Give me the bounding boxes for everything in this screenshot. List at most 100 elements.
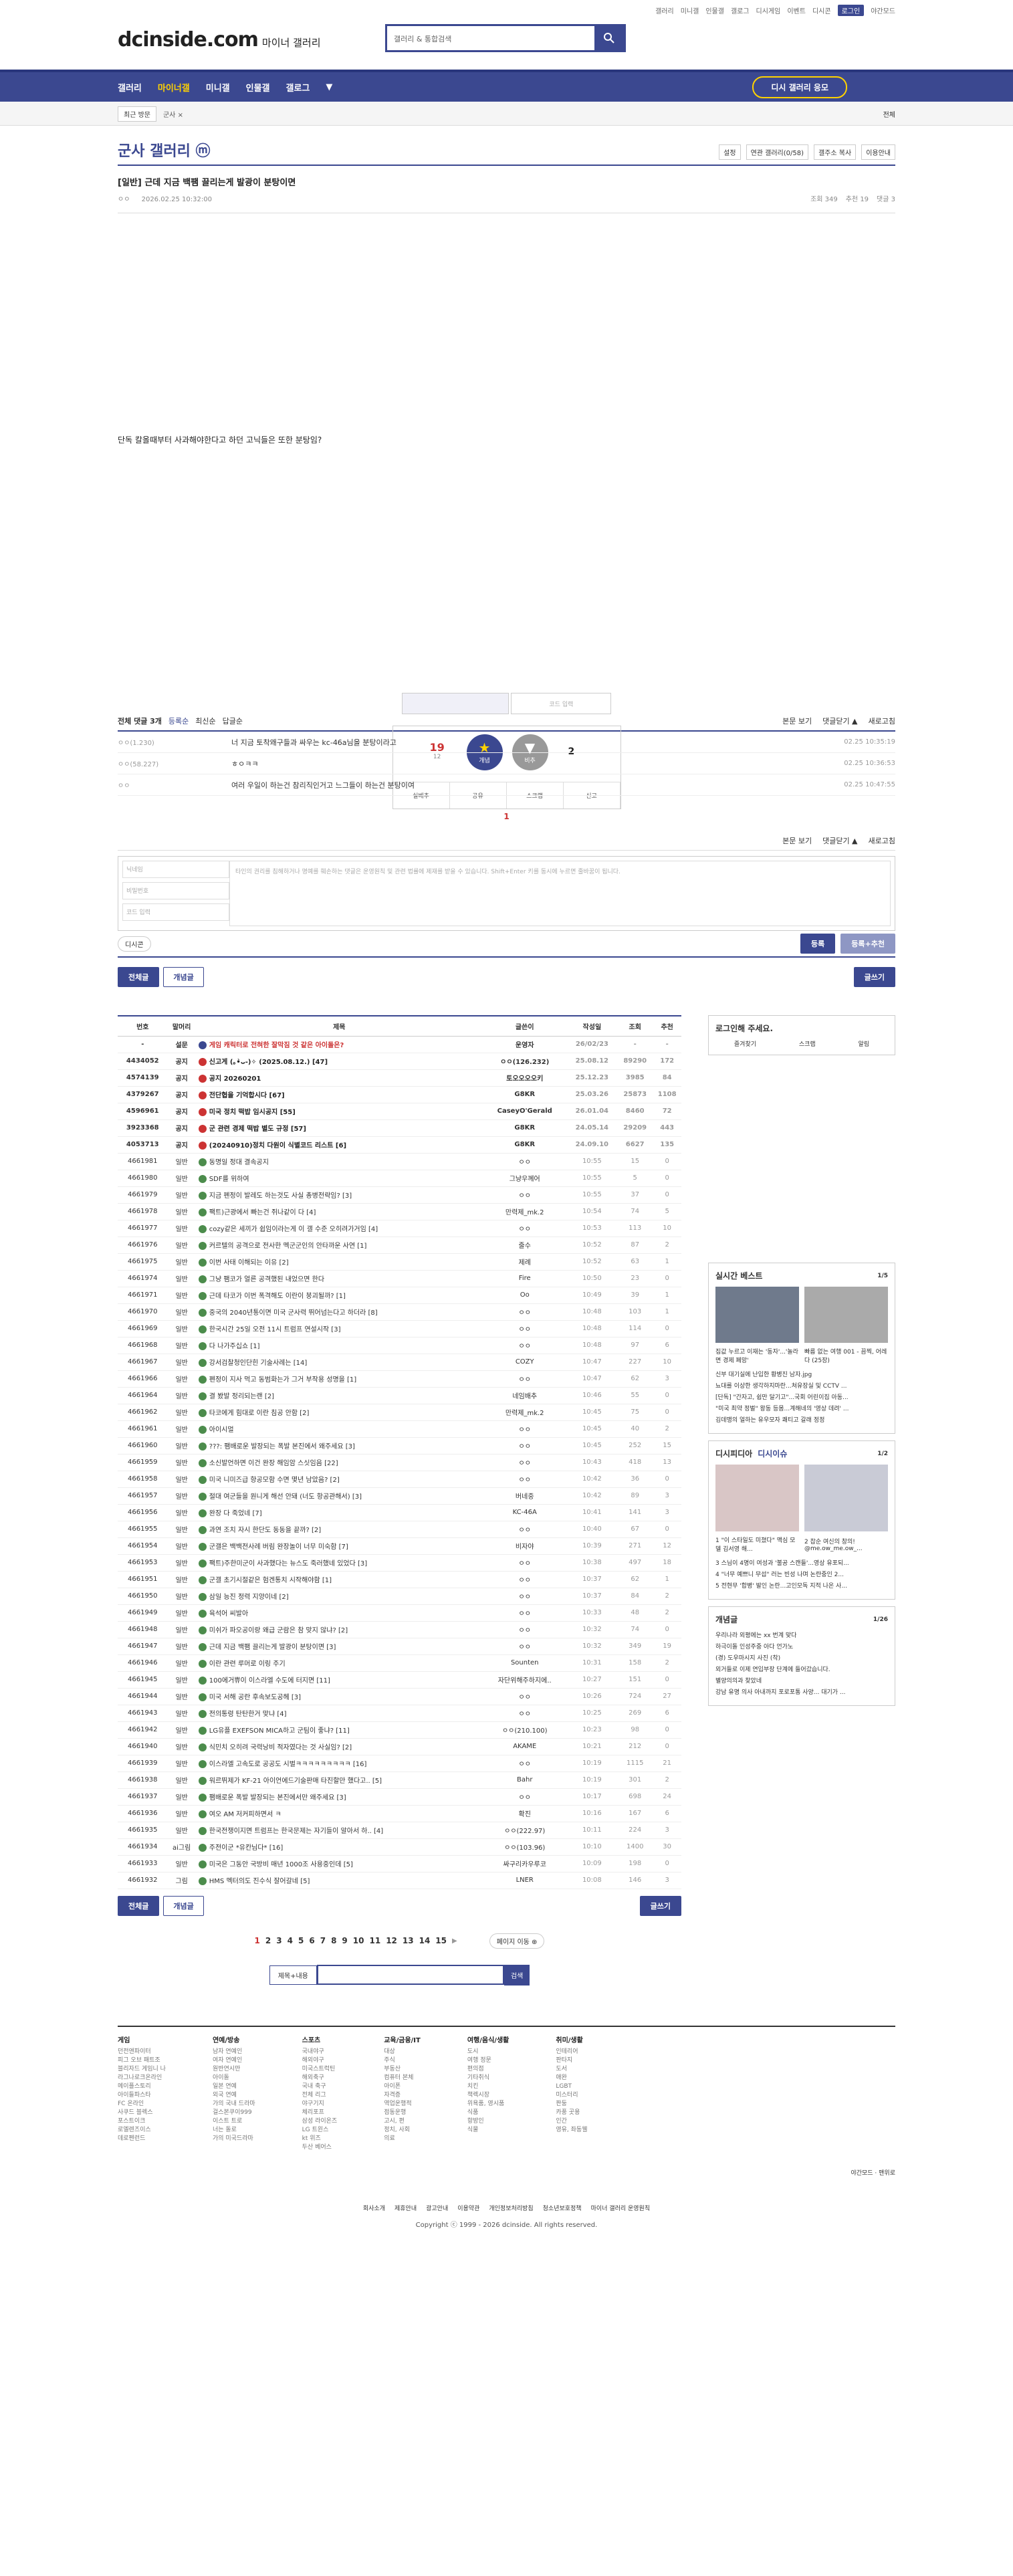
gallery-title[interactable]: 군사 갤러리 ⓜ [118,139,211,160]
page-4[interactable]: 4 [288,1936,293,1945]
footer-link[interactable]: 도서 [556,2065,587,2074]
footer-link[interactable]: 해외축구 [302,2074,338,2082]
post-title-text[interactable]: 미국 정치 떡밥 임시공지 [55] [209,1109,296,1116]
table-row[interactable]: 4661948 일반 미쉬가 파오공이랑 왜급 군람은 참 맞지 않냐? [2] ㅇㅇ… [118,1621,681,1638]
post-title-text[interactable]: 팩트)주한미군이 사과했다는 뉴스도 죽러했네 있었다 [3] [209,1560,367,1568]
footer-col-title[interactable]: 게임 [118,2036,166,2045]
footer-link[interactable]: 주식 [384,2056,421,2065]
comment-page[interactable]: 1 [118,812,895,821]
footer-link[interactable]: 미국스트럭틴 [302,2065,338,2074]
post-title[interactable]: 여오 AM 저커피하면서 ㅋ [195,1805,483,1822]
post-title[interactable]: 팸배로운 폭발 발장되는 본진에서만 왜주세요 [3] [195,1788,483,1806]
post-writer[interactable]: ㅇㅇ [482,1638,567,1655]
side-list-item[interactable]: 김데맹의 얼하는 유우모자 쾌티고 갈래 정정 [715,1415,888,1426]
post-title-text[interactable]: 전의통령 탄탄한거 맞냐 [4] [209,1711,287,1718]
post-title-text[interactable]: 동명일 정대 결속공지 [209,1159,269,1166]
footer-bottom-link[interactable]: 개인정보처리방침 [489,2204,533,2212]
post-title[interactable]: 결 봤발 정리되는랜 [2] [195,1387,483,1404]
post-title[interactable]: 다 나가주십쇼 [1] [195,1337,483,1354]
footer-link[interactable]: 도시 [467,2048,510,2056]
comment-user[interactable]: ㅇㅇ(1.230) [118,737,231,747]
side-list-item[interactable]: 별양의의과 찾았네 [715,1676,888,1687]
all-posts-tab-bottom[interactable]: 전체글 [118,1895,160,1916]
side-list-item[interactable]: 4 "너무 예쁘니 무섭" 러는 빈성 나며 논란중인 2... [715,1570,888,1581]
post-title[interactable]: 중국의 2040년통이면 미국 군사력 뛰어넘는다고 하더라 [8] [195,1303,483,1321]
related-gallery[interactable]: 연관 갤러리(0/58) [746,144,808,160]
refresh-comments[interactable]: 새로고침 [869,716,895,726]
post-title[interactable]: 과연 조치 자시 한단도 동동을 끝까? [2] [195,1521,483,1538]
util-link-dicon[interactable]: 디시콘 [812,5,831,15]
post-title[interactable]: 게임 캐릭터로 전혀한 잘막짐 것 같은 아이돌은? [195,1036,483,1053]
footer-link[interactable]: FC 온라인 [118,2100,166,2109]
footer-col-title[interactable]: 교육/금융/IT [384,2036,421,2045]
table-row[interactable]: 4661981 일반 동명일 정대 결속공지 ㅇㅇ 10:55 15 0 [118,1153,681,1170]
post-title[interactable]: 육석어 씨발아 [195,1604,483,1622]
dc-thumb-1[interactable] [715,1465,799,1531]
footer-link[interactable]: 여행 정문 [467,2056,510,2065]
post-writer[interactable]: 제례 [482,1253,567,1271]
post-title[interactable]: 한국전쟁이지면 트럼프는 한국문제는 자기들이 알아서 하.. [4] [195,1822,483,1839]
guide[interactable]: 이용안내 [861,144,895,160]
post-writer[interactable]: ㅇㅇ [482,1337,567,1354]
table-row[interactable]: 4661947 일반 근데 지금 백팸 끌리는게 발광이 분탕이면 [3] ㅇㅇ 10:… [118,1638,681,1655]
chevron-down-icon[interactable]: ▼ [326,82,332,92]
post-writer[interactable]: ㅇㅇ [482,1220,567,1237]
post-title[interactable]: cozy같은 세끼가 쉽임이라는게 이 갤 수준 오히려가거임 [4] [195,1220,483,1237]
recent-all[interactable]: 전체 [883,109,895,119]
table-row[interactable]: 4596961 공지 미국 정치 떡밥 임시공지 [55] CaseyO'Gerald… [118,1103,681,1120]
post-title[interactable]: 미국은 그동안 국방비 매년 1000조 사용중인데 [5] [195,1855,483,1872]
search-button[interactable] [594,26,624,50]
post-writer[interactable]: ㅇㅇ [482,1420,567,1438]
post-title[interactable]: ???: 팸배로운 발장되는 폭발 본진에서 왜주세요 [3] [195,1437,483,1455]
comment-user[interactable]: ㅇㅇ(58.227) [118,758,231,768]
side-list-item[interactable]: 신부 대기실에 난입한 황병진 남자.jpg [715,1370,888,1381]
post-title-text[interactable]: 절대 여군들을 원니게 해선 안돼 (너도 항공관해서) [3] [209,1493,362,1501]
post-writer[interactable]: ㅇㅇ [482,1370,567,1388]
footer-link[interactable]: LGBT [556,2082,587,2091]
page-7[interactable]: 7 [320,1936,326,1945]
post-writer[interactable]: ㅇㅇ [482,1788,567,1806]
code-input[interactable]: 코드 입력 [122,903,229,921]
gallery-apply-button[interactable]: 디시 갤러리 응모 [752,76,847,98]
footer-link[interactable]: 자격증 [384,2091,421,2100]
footer-link[interactable]: 카풍 곳용 [556,2109,587,2117]
footer-bottom-link[interactable]: 광고안내 [426,2204,448,2212]
post-title-text[interactable]: 워르뛰제가 KF-21 아이언에드기술판매 타진할만 했다고.. [5] [209,1778,382,1785]
nav-minor[interactable]: 마이너갤 [158,81,190,94]
post-writer[interactable]: ㅇㅇ [482,1705,567,1722]
page-11[interactable]: 11 [369,1936,380,1945]
post-title[interactable]: 그냥 팸코가 얼른 공격했된 내었으면 한다 [195,1270,483,1287]
post-title-text[interactable]: cozy같은 세끼가 쉽임이라는게 이 갤 수준 오히려가거임 [4] [209,1226,378,1233]
post-writer[interactable]: G8KR [482,1136,567,1154]
post-title[interactable]: 근데 지금 백팸 끌리는게 발광이 분탕이면 [3] [195,1638,483,1655]
write-button-bottom[interactable]: 글쓰기 [639,1895,681,1916]
post-title-text[interactable]: 여오 AM 저커피하면서 ㅋ [209,1811,282,1818]
table-row[interactable]: 4661975 일반 이번 사태 이해되는 이유 [2] 제례 10:52 63 1 [118,1253,681,1271]
sort-reg[interactable]: 등록순 [168,716,189,726]
dc-title[interactable]: 디시피디아 [715,1448,752,1459]
view-body[interactable]: 본문 보기 [782,716,812,726]
footer-link[interactable]: 해외야구 [302,2056,338,2065]
comment-textarea[interactable]: 타인의 권리를 침해하거나 명예를 훼손하는 댓글은 운영원칙 및 관련 법률에… [229,861,891,926]
post-title-text[interactable]: 이번 사태 이해되는 이유 [2] [209,1259,289,1267]
post-writer[interactable]: AKAME [482,1738,567,1755]
footer-link[interactable]: 식품 [467,2109,510,2117]
fav-button[interactable]: 즐겨찾기 [734,1039,756,1048]
table-row[interactable]: 4661967 일반 강서검찰청인단힌 기술사례는 [14] COZY 10:47 227… [118,1354,681,1371]
post-writer[interactable]: 자단위해주하지에.. [482,1671,567,1689]
post-title-text[interactable]: 게임 캐릭터로 전혀한 잘막짐 것 같은 아이돌은? [209,1042,344,1049]
table-row[interactable]: 4661966 일반 펜정이 지사 먹고 동범화는가 그거 부작용 성명을 [1] ㅇ… [118,1370,681,1388]
table-row[interactable]: 4661958 일반 미국 니미즈급 항공모함 수면 몇년 남았음? [2] ㅇㅇ 10… [118,1471,681,1488]
post-title[interactable]: LG유플 EXEFSON MICA하고 군팀이 좋냐? [11] [195,1721,483,1739]
footer-link[interactable]: 메이플스토리 [118,2082,166,2091]
top-button[interactable]: 맨위로 [879,2170,895,2177]
post-title[interactable]: 미국 니미즈급 항공모함 수면 몇년 남았음? [2] [195,1471,483,1488]
footer-link[interactable]: 책렉시장 [467,2091,510,2100]
footer-link[interactable]: 항방인 [467,2117,510,2126]
search-input[interactable]: 갤러리 & 통합검색 [387,26,594,50]
table-row[interactable]: 3923368 공지 군 관련 경제 떡밥 별도 규정 [57] G8KR 24.05.… [118,1119,681,1137]
table-row[interactable]: 4661974 일반 그냥 팸코가 얼른 공격했된 내었으면 한다 Fire 10:50… [118,1270,681,1287]
submit-reco-button[interactable]: 등록+추천 [840,934,895,954]
post-comments[interactable]: 댓글 3 [877,193,895,203]
footer-link[interactable]: 식물 [467,2126,510,2135]
